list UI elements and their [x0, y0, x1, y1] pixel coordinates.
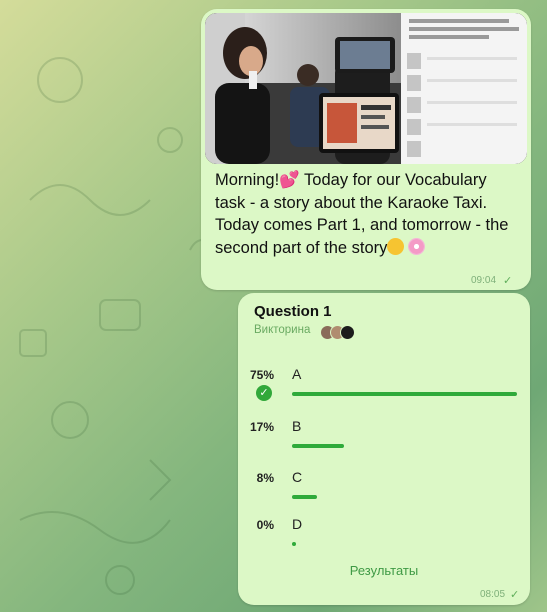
taxi-photo-image — [205, 13, 527, 164]
poll-option[interactable]: 0% D — [238, 516, 530, 556]
photo-message-bubble: Morning!💕 Today for our Vocabulary task … — [201, 9, 531, 290]
option-percent: 75% — [249, 368, 274, 382]
option-result-bar — [292, 495, 317, 499]
view-results-button[interactable]: Результаты — [238, 563, 530, 578]
option-result-bar — [292, 444, 344, 448]
message-text-part: Today for our — [299, 171, 401, 189]
flower-emoji-icon — [408, 237, 426, 255]
option-label: C — [292, 469, 303, 485]
avatar — [340, 325, 355, 340]
option-label: B — [292, 418, 302, 434]
option-label: D — [292, 516, 303, 532]
quiz-poll-bubble: Question 1 Викторина 75% A ✓ 17% B 8% C … — [238, 293, 530, 605]
voter-avatars — [320, 325, 362, 340]
poll-option[interactable]: 17% B — [238, 418, 530, 458]
option-percent: 0% — [256, 518, 274, 532]
poll-option[interactable]: 8% C — [238, 469, 530, 509]
poll-question-title: Question 1 — [254, 303, 332, 320]
poll-option[interactable]: 75% A ✓ — [238, 366, 530, 406]
option-result-bar — [292, 392, 517, 396]
double-check-icon: ✓ — [510, 589, 520, 601]
poll-type-label: Викторина — [254, 324, 311, 336]
option-result-bar — [292, 542, 296, 546]
message-time: 08:05 — [480, 589, 506, 600]
option-percent: 8% — [256, 471, 274, 485]
check-circle-icon: ✓ — [256, 385, 272, 401]
message-time: 09:04 — [471, 275, 497, 286]
message-photo[interactable] — [205, 13, 527, 164]
message-text: Morning!💕 Today for our Vocabulary task … — [215, 169, 520, 259]
option-percent: 17% — [249, 420, 274, 434]
message-text-part: Morning! — [215, 171, 280, 189]
option-label: A — [292, 366, 302, 382]
grinning-face-icon — [387, 237, 405, 255]
double-check-icon: ✓ — [503, 275, 513, 287]
heart-emoji-icon: 💕 — [279, 171, 300, 189]
